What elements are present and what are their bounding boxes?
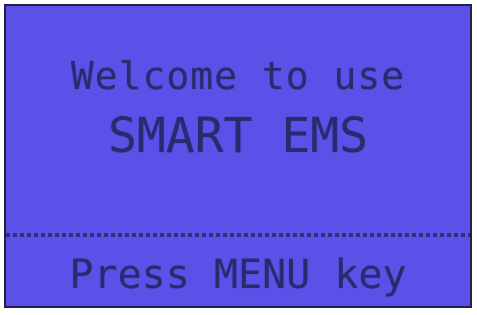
dotted-divider: [6, 233, 470, 237]
welcome-text: Welcome to use: [70, 54, 406, 98]
lcd-bezel: Welcome to use SMART EMS Press MENU key: [0, 0, 477, 315]
menu-prompt-text: Press MENU key: [69, 252, 407, 298]
lcd-screen: Welcome to use SMART EMS Press MENU key: [4, 4, 472, 308]
product-name-text: SMART EMS: [107, 108, 369, 164]
